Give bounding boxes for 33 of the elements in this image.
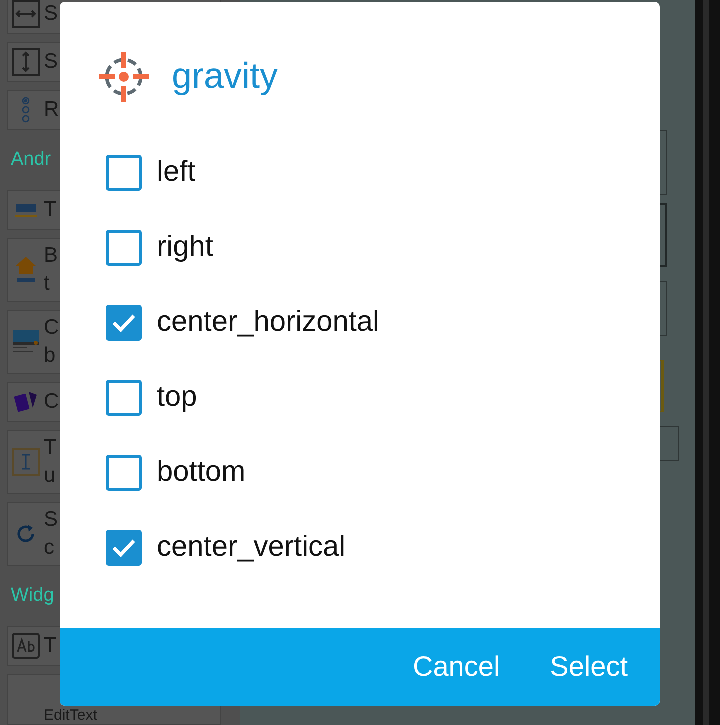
checkbox[interactable] — [106, 154, 142, 190]
checkbox-option[interactable]: right — [106, 210, 214, 285]
cards-icon — [14, 391, 38, 413]
text-field-icon — [12, 633, 40, 659]
checkbox-option[interactable]: left — [106, 135, 196, 210]
section-heading: Andr — [11, 148, 52, 172]
checkmark-icon — [111, 538, 137, 558]
checkbox-option[interactable]: center_vertical — [106, 510, 346, 585]
preview-box — [660, 360, 664, 412]
width-icon — [12, 0, 40, 28]
checkbox[interactable] — [106, 380, 142, 416]
checkbox[interactable] — [106, 454, 142, 490]
preview-box — [660, 281, 667, 336]
preview-box — [660, 203, 667, 267]
house-icon — [15, 256, 37, 284]
checkmark-icon — [111, 312, 137, 332]
preview-box — [660, 130, 667, 195]
text-cursor-icon — [12, 448, 40, 476]
crosshair-icon — [98, 51, 150, 103]
tab-icon — [14, 202, 38, 218]
card-icon — [13, 330, 39, 354]
checkbox[interactable] — [106, 230, 142, 266]
preview-box — [660, 426, 679, 461]
height-icon — [12, 48, 40, 76]
checkbox-option[interactable]: top — [106, 360, 198, 435]
checkbox[interactable] — [106, 530, 142, 566]
section-heading: Widg — [11, 584, 54, 608]
dialog-title: gravity — [172, 54, 278, 98]
checkbox[interactable] — [106, 304, 142, 340]
checkbox-option[interactable]: center_horizontal — [106, 285, 380, 360]
radio-icon — [21, 97, 31, 123]
refresh-icon — [15, 523, 37, 545]
checkbox-option[interactable]: bottom — [106, 435, 246, 510]
